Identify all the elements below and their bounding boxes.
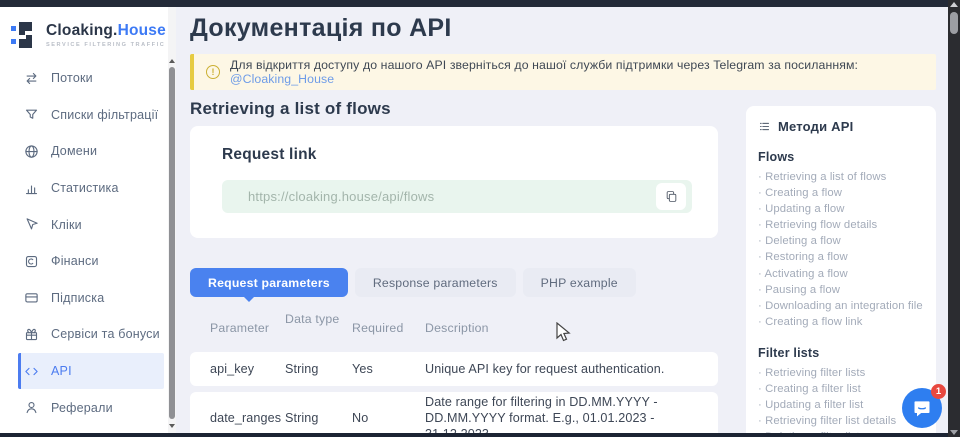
sidebar-item-finance[interactable]: Фінанси	[18, 243, 164, 280]
info-banner: ! Для відкриття доступу до нашого API зв…	[190, 54, 936, 90]
copy-button[interactable]	[656, 183, 686, 210]
cell-description: Unique API key for request authenticatio…	[425, 361, 718, 377]
toc-item[interactable]: Retrieving filter lists	[758, 365, 924, 381]
sidebar-item-services[interactable]: Сервіси та бонуси	[18, 316, 164, 353]
cell-parameter: api_key	[210, 362, 285, 376]
toc-item[interactable]: Pausing a flow	[758, 282, 924, 298]
person-icon	[24, 400, 39, 415]
api-methods-title: Методи API	[758, 119, 924, 134]
list-icon	[758, 121, 771, 132]
cell-description: Date range for filtering in DD.MM.YYYY -…	[425, 394, 718, 437]
toc-item[interactable]: Creating a filter list	[758, 381, 924, 397]
col-required: Required	[352, 312, 425, 335]
toc-item[interactable]: Restoring a flow	[758, 249, 924, 265]
brand-name: Cloaking.House	[46, 22, 166, 40]
toc-item[interactable]: Downloading an integration file	[758, 298, 924, 314]
window-bottom-edge	[0, 433, 948, 437]
sidebar-item-api[interactable]: API	[18, 353, 164, 390]
sidebar-item-clicks[interactable]: Кліки	[18, 206, 164, 243]
filter-icon	[24, 107, 39, 122]
scroll-up-icon[interactable]	[950, 2, 958, 7]
request-link-card: Request link https://cloaking.house/api/…	[190, 126, 718, 238]
toc-filter-lists: Retrieving filter lists Creating a filte…	[758, 365, 924, 437]
sidebar-scrollbar-thumb[interactable]	[169, 67, 175, 419]
sidebar: Cloaking.House SERVICE FILTERING TRAFFIC…	[0, 7, 168, 433]
banner-text: Для відкриття доступу до нашого API звер…	[230, 58, 924, 86]
info-icon: !	[206, 65, 220, 79]
wallet-icon	[24, 290, 39, 305]
tab-php-example[interactable]: PHP example	[523, 268, 636, 297]
cell-data-type: String	[285, 411, 352, 425]
logo-mark-icon	[10, 19, 38, 51]
toc-item[interactable]: Retrieving flow details	[758, 217, 924, 233]
sidebar-item-filter-lists[interactable]: Списки фільтрації	[18, 97, 164, 134]
sidebar-item-subscription[interactable]: Підписка	[18, 280, 164, 317]
page-scrollbar-thumb[interactable]	[950, 12, 958, 34]
toc-item[interactable]: Updating a filter list	[758, 397, 924, 413]
sidebar-scrollbar[interactable]	[168, 7, 176, 433]
logo[interactable]: Cloaking.House SERVICE FILTERING TRAFFIC	[0, 7, 168, 51]
scroll-down-icon[interactable]	[950, 430, 958, 435]
sidebar-nav: Потоки Списки фільтрації Домени Статисти…	[0, 60, 168, 426]
col-description: Description	[425, 312, 718, 335]
page-scrollbar[interactable]	[948, 0, 960, 437]
cursor-icon	[24, 217, 39, 232]
table-row: api_key String Yes Unique API key for re…	[190, 352, 718, 386]
toc-item[interactable]: Retrieving filter list details	[758, 413, 924, 429]
sidebar-item-referrals[interactable]: Реферали	[18, 389, 164, 426]
cell-data-type: String	[285, 362, 352, 376]
request-url: https://cloaking.house/api/flows	[248, 189, 656, 204]
sidebar-item-flows[interactable]: Потоки	[18, 60, 164, 97]
toc-item[interactable]: Retrieving a list of flows	[758, 169, 924, 185]
cell-required: Yes	[352, 362, 425, 376]
table-row: date_ranges String No Date range for fil…	[190, 392, 718, 437]
code-icon	[24, 364, 39, 379]
gift-icon	[24, 327, 39, 342]
toc-section-filter-lists: Filter lists	[758, 346, 924, 360]
toc-item[interactable]: Creating a flow link	[758, 314, 924, 330]
tab-response-parameters[interactable]: Response parameters	[355, 268, 516, 297]
api-methods-panel: Методи API Flows Retrieving a list of fl…	[746, 106, 936, 437]
table-header: Parameter Data type Required Description	[190, 312, 718, 335]
toc-item[interactable]: Creating a flow	[758, 185, 924, 201]
sidebar-item-statistics[interactable]: Статистика	[18, 170, 164, 207]
page-title: Документація по API	[190, 14, 452, 43]
sidebar-item-domains[interactable]: Домени	[18, 133, 164, 170]
col-parameter: Parameter	[210, 312, 285, 335]
toc-item[interactable]: Updating a flow	[758, 201, 924, 217]
tab-request-parameters[interactable]: Request parameters	[190, 268, 348, 297]
copy-icon	[665, 190, 678, 203]
window-top-edge	[0, 0, 948, 7]
request-url-field[interactable]: https://cloaking.house/api/flows	[222, 180, 692, 213]
toc-item[interactable]: Activating a flow	[758, 266, 924, 282]
parameter-tabs: Request parameters Response parameters P…	[190, 268, 636, 297]
request-link-title: Request link	[222, 146, 718, 164]
cell-required: No	[352, 411, 425, 425]
toc-item[interactable]: Deleting a flow	[758, 233, 924, 249]
cell-parameter: date_ranges	[210, 411, 285, 425]
section-title: Retrieving a list of flows	[190, 99, 391, 119]
globe-icon	[24, 144, 39, 159]
finance-icon	[24, 254, 39, 269]
toc-section-flows: Flows	[758, 150, 924, 164]
sidebar-scroll-down-icon[interactable]	[169, 424, 175, 428]
col-data-type: Data type	[285, 312, 352, 335]
flows-icon	[24, 71, 39, 86]
brand-tagline: SERVICE FILTERING TRAFFIC	[46, 42, 166, 48]
toc-flows-list: Retrieving a list of flows Creating a fl…	[758, 169, 924, 330]
sidebar-scroll-up-icon[interactable]	[169, 59, 175, 63]
chat-icon	[912, 398, 932, 418]
chat-notification-badge: 1	[931, 384, 946, 399]
telegram-link[interactable]: @Cloaking_House	[230, 72, 334, 86]
bar-chart-icon	[24, 181, 39, 196]
